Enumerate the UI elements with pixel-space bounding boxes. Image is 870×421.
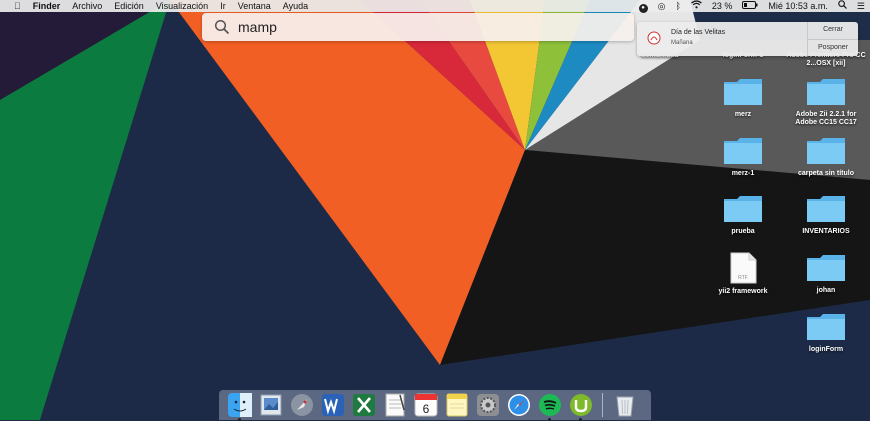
finder-icon xyxy=(228,393,252,417)
dock-spotify[interactable] xyxy=(537,392,563,421)
folder-icon xyxy=(807,196,845,222)
dock-safari[interactable] xyxy=(506,392,532,418)
dock-system-preferences[interactable] xyxy=(475,392,501,418)
clock[interactable]: Mié 10:53 a.m. xyxy=(763,0,833,12)
spotify-icon xyxy=(539,394,561,416)
desktop-folder-merz[interactable]: merz xyxy=(703,78,783,119)
desktop-folder-prueba[interactable]: prueba xyxy=(703,195,783,236)
notification-title: Día de las Velitas xyxy=(671,29,726,36)
menu-bar:  Finder Archivo Edición Visualización I… xyxy=(0,0,870,13)
desktop-folder-johan[interactable]: johan xyxy=(786,254,866,295)
notification-banner[interactable]: Día de las Velitas Mañana Cerrar Pospone… xyxy=(637,22,858,56)
dock-notes[interactable] xyxy=(444,392,470,418)
desktop-file-yii2-framework[interactable]: RTF yii2 framework xyxy=(703,252,783,296)
dock-preview[interactable] xyxy=(258,392,284,418)
dock-trash[interactable] xyxy=(612,392,638,418)
folder-icon xyxy=(724,196,762,222)
desktop-folder-inventarios[interactable]: INVENTARIOS xyxy=(786,195,866,236)
textedit-icon xyxy=(385,393,405,417)
desktop-item-label: loginForm xyxy=(808,346,844,353)
calendar-reminder-icon xyxy=(647,31,661,45)
desktop-item-label: yii2 framework xyxy=(718,288,768,295)
dock-word[interactable] xyxy=(320,392,346,418)
status-app-icon[interactable]: ● xyxy=(634,0,653,13)
excel-icon xyxy=(353,394,375,416)
dock-finder[interactable] xyxy=(227,392,253,421)
menu-ventana[interactable]: Ventana xyxy=(232,0,277,12)
spotlight-search-icon[interactable] xyxy=(833,0,852,12)
folder-icon xyxy=(724,79,762,105)
utorrent-icon xyxy=(570,394,592,416)
gear-icon xyxy=(477,394,499,416)
menu-ir[interactable]: Ir xyxy=(214,0,232,12)
battery-percent[interactable]: 23 % xyxy=(707,0,738,12)
desktop-folder-loginform[interactable]: loginForm xyxy=(786,313,866,354)
folder-icon xyxy=(807,314,845,340)
preview-icon xyxy=(260,394,282,416)
dock-separator xyxy=(602,393,603,417)
folder-icon xyxy=(807,138,845,164)
calendar-icon: 6 xyxy=(414,393,438,417)
desktop-folder-adobe-zii[interactable]: Adobe Zii 2.2.1 for Adobe CC15 CC17 xyxy=(786,78,866,127)
battery-icon[interactable] xyxy=(737,0,763,12)
spotlight-search-bar[interactable] xyxy=(202,13,634,41)
rtf-document-icon: RTF xyxy=(730,252,757,284)
svg-text:6: 6 xyxy=(423,402,430,416)
word-icon xyxy=(322,394,344,416)
menu-archivo[interactable]: Archivo xyxy=(66,0,108,12)
snooze-button[interactable]: Posponer xyxy=(808,40,858,56)
folder-icon xyxy=(807,79,845,105)
search-icon xyxy=(214,19,230,35)
trash-icon xyxy=(616,396,634,417)
desktop-item-label: INVENTARIOS xyxy=(802,228,850,235)
desktop-item-label: carpeta sin título xyxy=(797,170,854,177)
desktop-item-label: Adobe Zii 2.2.1 for Adobe CC15 CC17 xyxy=(795,111,857,126)
notes-icon xyxy=(446,393,468,417)
dock: 6 xyxy=(219,390,651,421)
dock-calendar[interactable]: 6 xyxy=(413,392,439,418)
dock-excel[interactable] xyxy=(351,392,377,418)
menu-edicion[interactable]: Edición xyxy=(108,0,150,12)
dock-utorrent[interactable] xyxy=(568,392,594,421)
wifi-icon[interactable] xyxy=(686,0,707,12)
desktop-item-label: merz xyxy=(734,111,752,118)
close-button[interactable]: Cerrar xyxy=(808,22,858,38)
desktop-item-label: johan xyxy=(816,287,836,294)
dock-textedit[interactable] xyxy=(382,392,408,418)
svg-text:RTF: RTF xyxy=(738,275,748,281)
menu-ayuda[interactable]: Ayuda xyxy=(277,0,314,12)
apple-menu-icon[interactable]:  xyxy=(0,0,27,12)
safari-icon xyxy=(508,394,530,416)
folder-icon xyxy=(724,138,762,164)
menu-visualizacion[interactable]: Visualización xyxy=(150,0,214,12)
desktop-folder-carpeta-sin-titulo[interactable]: carpeta sin título xyxy=(786,137,866,178)
launchpad-icon xyxy=(291,394,313,416)
spotlight-search-input[interactable] xyxy=(236,18,620,36)
desktop-folder-merz-1[interactable]: merz-1 xyxy=(703,137,783,178)
folder-icon xyxy=(807,255,845,281)
menu-finder[interactable]: Finder xyxy=(27,0,67,12)
dock-launchpad[interactable] xyxy=(289,392,315,418)
target-icon[interactable]: ◎ xyxy=(653,0,671,12)
bluetooth-icon[interactable]: ᛒ xyxy=(670,0,685,12)
desktop-item-label: prueba xyxy=(731,228,755,235)
notification-center-icon[interactable]: ☰ xyxy=(852,0,870,12)
notification-subtitle: Mañana xyxy=(671,40,693,46)
desktop-item-label: merz-1 xyxy=(731,170,755,177)
